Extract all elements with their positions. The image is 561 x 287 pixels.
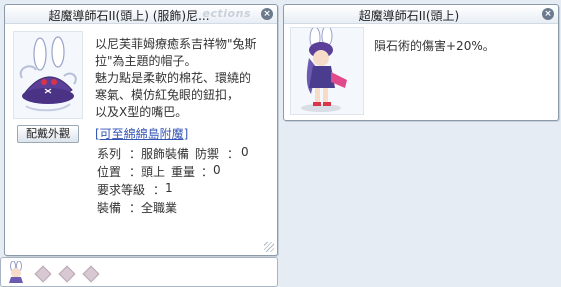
equip-separator: ： bbox=[129, 201, 142, 215]
item-window-titlebar[interactable]: 超魔導師石II(頭上) (服飾)尼... ections × bbox=[5, 5, 277, 24]
card-window-titlebar[interactable]: 超魔導師石II(頭上) × bbox=[284, 5, 558, 24]
empty-slot-icon[interactable] bbox=[58, 265, 76, 283]
defense-value: 0 bbox=[241, 145, 249, 159]
series-value: 服飾裝備 bbox=[141, 147, 190, 161]
close-icon[interactable]: × bbox=[542, 8, 554, 20]
description-line: 拉"為主題的帽子。 bbox=[95, 54, 197, 68]
bottom-slot-bar bbox=[0, 257, 278, 287]
description-line: 魅力點是柔軟的棉花、環繞的 bbox=[95, 71, 252, 85]
position-label: 位置 bbox=[97, 165, 122, 179]
weight-separator: ： bbox=[201, 165, 214, 179]
description-line: 寒氣、模仿紅兔眼的鈕扣， bbox=[95, 88, 240, 102]
weight-label: 重量 bbox=[171, 165, 196, 179]
empty-slot-icon[interactable] bbox=[82, 265, 100, 283]
level-value: 1 bbox=[165, 181, 173, 195]
series-label: 系列 bbox=[97, 147, 122, 161]
empty-slot-icon[interactable] bbox=[34, 265, 52, 283]
equip-label: 裝備 bbox=[97, 201, 122, 215]
level-label: 要求等級 bbox=[97, 183, 146, 197]
position-value: 頭上 bbox=[141, 165, 166, 179]
card-description: 隕石術的傷害+20%。 bbox=[374, 39, 495, 53]
series-separator: ： bbox=[129, 147, 142, 161]
description-line: 以尼芙菲姆療癒系吉祥物"兔斯 bbox=[95, 37, 257, 51]
item-info-window: 超魔導師石II(頭上) (服飾)尼... ections × 配戴外觀 以尼芙菲… bbox=[4, 4, 278, 256]
card-window-title: 超魔導師石II(頭上) bbox=[358, 9, 460, 23]
level-separator: ： bbox=[153, 183, 166, 197]
description-line: 以及X型的嘴巴。 bbox=[95, 105, 188, 119]
defense-separator: ： bbox=[227, 147, 240, 161]
resize-grip-icon[interactable] bbox=[264, 242, 274, 252]
weight-value: 0 bbox=[213, 163, 221, 177]
watermark-text: ections bbox=[202, 7, 251, 20]
character-avatar-icon bbox=[5, 260, 27, 283]
enchant-link[interactable]: [可至綿綿島附魔] bbox=[95, 125, 188, 142]
defense-label: 防禦 bbox=[195, 147, 220, 161]
item-image bbox=[13, 31, 83, 119]
close-icon[interactable]: × bbox=[261, 8, 273, 20]
character-illustration bbox=[290, 25, 364, 115]
equip-appearance-button[interactable]: 配戴外觀 bbox=[17, 125, 79, 143]
card-info-window: 超魔導師石II(頭上) × 隕石術的傷害+20%。 bbox=[283, 4, 559, 121]
position-separator: ： bbox=[129, 165, 142, 179]
equip-value: 全職業 bbox=[141, 201, 178, 215]
